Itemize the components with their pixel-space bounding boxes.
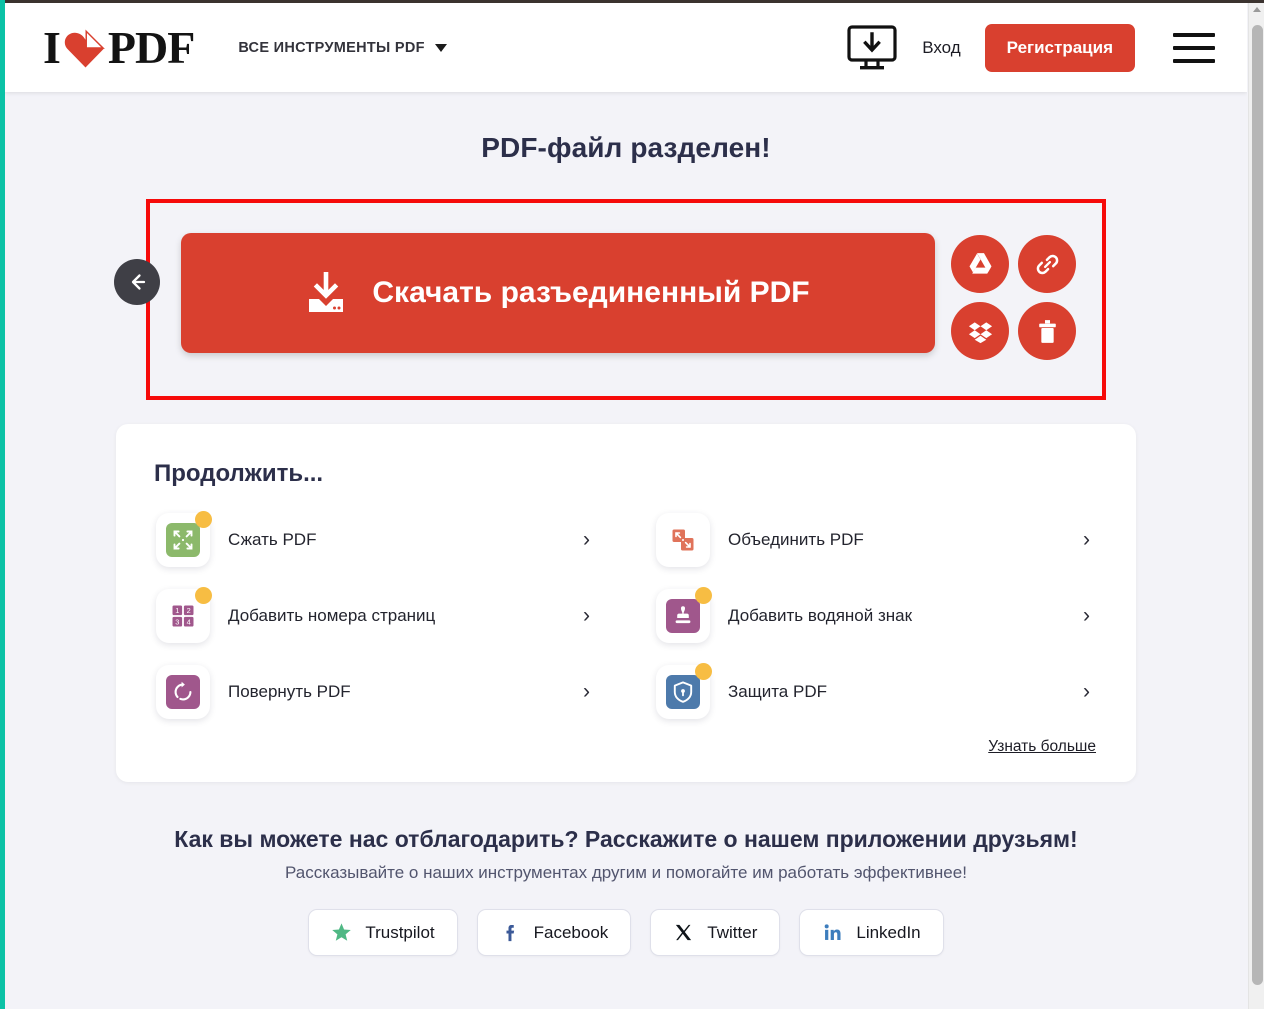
arrow-left-icon [131,274,146,290]
tool-icon-shell [656,587,712,643]
tool-icon-shell [156,511,212,567]
page-title: PDF-файл разделен! [481,132,771,163]
share-trustpilot-button[interactable]: Trustpilot [308,909,458,956]
tool-item-add-watermark[interactable]: Добавить водяной знак › [650,578,1102,654]
share-button-label: Facebook [533,922,609,942]
login-link[interactable]: Вход [922,38,960,58]
save-to-dropbox-button[interactable] [951,302,1009,360]
main-content: PDF-файл разделен! Скачать разъединенный… [5,92,1247,1009]
rotate-icon [166,675,200,709]
share-title: Как вы можете нас отблагодарить? Расскаж… [174,826,1078,852]
learn-more-link[interactable]: Узнать больше [988,738,1096,755]
hamburger-menu-icon[interactable] [1169,29,1219,67]
desktop-download-icon[interactable] [846,24,898,72]
new-badge [195,511,212,528]
watermark-icon [666,599,700,633]
tool-label: Сжать PDF [228,530,317,549]
cloud-actions-grid [951,233,1076,360]
page-numbers-icon: 1 2 3 4 [166,599,200,633]
share-button-label: Twitter [707,922,758,942]
tool-item-rotate-pdf[interactable]: Повернуть PDF › [150,654,602,730]
browser-left-accent-bar [0,0,5,1009]
logo-letter-i: I [43,22,61,73]
merge-icon [666,523,700,557]
download-highlight-region: Скачать разъединенный PDF [114,199,1106,400]
tool-label: Добавить номера страниц [228,606,436,625]
tool-icon-shell: 1 2 3 4 [156,587,212,643]
chevron-right-icon: › [583,604,590,627]
site-header: I PDF ВСЕ ИНСТРУМЕНТЫ PDF Вход Регистрац… [5,3,1247,92]
share-facebook-button[interactable]: Facebook [476,909,632,956]
all-pdf-tools-label: ВСЕ ИНСТРУМЕНТЫ PDF [238,39,425,56]
link-icon [1036,254,1058,274]
share-section: Как вы можете нас отблагодарить? Расскаж… [5,826,1247,956]
linkedin-icon [825,924,841,940]
twitter-x-icon [676,924,692,941]
signup-button[interactable]: Регистрация [984,23,1135,72]
chevron-right-icon: › [583,680,590,703]
browser-top-edge [0,0,1264,3]
scrollbar-thumb[interactable] [1252,25,1263,985]
tools-grid: Сжать PDF › Объединить PDF › 1 2 3 4 Доб… [150,502,1102,730]
share-subtitle: Рассказывайте о наших инструментах други… [285,863,967,882]
download-split-pdf-button[interactable]: Скачать разъединенный PDF [181,233,935,353]
shield-lock-icon [666,675,700,709]
tool-item-merge-pdf[interactable]: Объединить PDF › [650,502,1102,578]
chevron-down-icon [434,43,447,52]
svg-text:1: 1 [175,606,179,615]
tool-icon-shell [156,665,210,719]
save-to-google-drive-button[interactable] [951,235,1009,293]
google-drive-icon [969,252,991,274]
compress-icon [166,523,200,557]
tool-item-compress-pdf[interactable]: Сжать PDF › [150,502,602,578]
svg-text:2: 2 [187,606,191,615]
chevron-right-icon: › [583,528,590,551]
hamburger-line [1173,45,1215,50]
header-actions: Вход Регистрация [846,23,1219,72]
trustpilot-star-icon [332,923,352,941]
continue-card: Продолжить... Сжать PDF › Объединить PDF… [116,424,1136,782]
ilovepdf-logo[interactable]: I PDF [43,21,195,74]
chevron-right-icon: › [1083,604,1090,627]
copy-link-button[interactable] [1018,235,1076,293]
tool-icon-shell [656,663,712,719]
tool-label: Объединить PDF [728,530,864,549]
share-button-label: Trustpilot [365,922,435,942]
scrollbar-up-arrow-icon[interactable] [1253,7,1261,12]
download-split-pdf-label: Скачать разъединенный PDF [372,276,810,309]
hamburger-line [1173,58,1215,63]
share-button-label: LinkedIn [856,922,921,942]
share-linkedin-button[interactable]: LinkedIn [799,909,944,956]
tool-label: Добавить водяной знак [728,606,913,625]
hamburger-line [1173,32,1215,37]
page-scrollbar[interactable] [1248,3,1264,1009]
chevron-right-icon: › [1083,680,1090,703]
tool-icon-shell [656,513,710,567]
share-twitter-button[interactable]: Twitter [650,909,781,956]
page-viewport: I PDF ВСЕ ИНСТРУМЕНТЫ PDF Вход Регистрац… [5,3,1247,1009]
all-pdf-tools-menu[interactable]: ВСЕ ИНСТРУМЕНТЫ PDF [238,39,447,56]
tool-label: Повернуть PDF [228,682,351,701]
new-badge [695,587,712,604]
continue-title: Продолжить... [154,460,324,487]
download-icon [306,271,346,314]
facebook-icon [506,925,514,942]
learn-more-row: Узнать больше [150,730,1102,756]
svg-text:4: 4 [187,617,191,626]
download-row: Скачать разъединенный PDF [181,233,1076,360]
tool-item-add-page-numbers[interactable]: 1 2 3 4 Добавить номера страниц › [150,578,602,654]
svg-text:3: 3 [175,617,179,626]
heart-icon [63,27,107,69]
share-buttons: Trustpilot Facebook Twitter LinkedIn [5,909,1247,956]
trash-icon [1038,319,1056,343]
tool-label: Защита PDF [728,682,827,701]
new-badge [695,663,712,680]
delete-file-button[interactable] [1018,302,1076,360]
tool-item-protect-pdf[interactable]: Защита PDF › [650,654,1102,730]
dropbox-icon [968,321,992,343]
chevron-right-icon: › [1083,528,1090,551]
logo-text-pdf: PDF [107,22,195,73]
new-badge [195,587,212,604]
back-button[interactable] [114,259,160,305]
